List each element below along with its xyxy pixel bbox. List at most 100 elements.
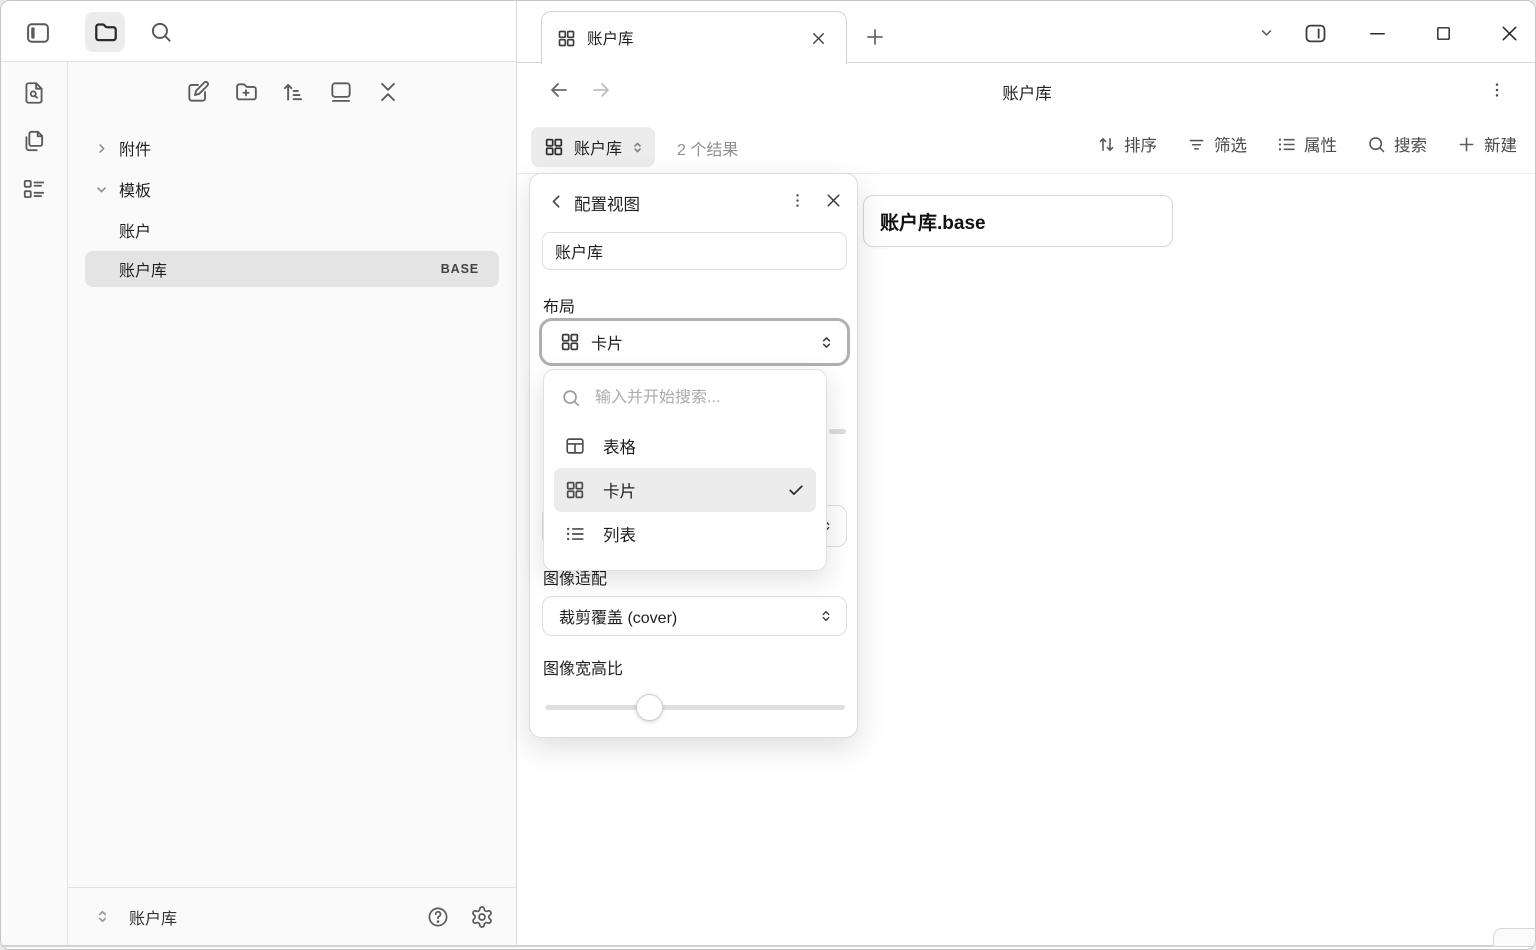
gallery-view-button[interactable] [323, 74, 359, 110]
tab-title: 账户库 [587, 27, 804, 49]
plus-icon [1456, 134, 1477, 155]
option-label: 卡片 [603, 478, 786, 502]
view-options-button[interactable] [1481, 75, 1513, 105]
search-icon [148, 19, 174, 45]
sort-button[interactable]: 排序 [1096, 132, 1157, 156]
chevrons-up-down-icon [818, 334, 835, 351]
view-controls-bar: 账户库 2 个结果 排序 筛选 [517, 114, 1536, 174]
help-button[interactable] [420, 899, 456, 935]
tab-account-base[interactable]: 账户库 [541, 11, 847, 64]
layout-option-table[interactable]: 表格 [554, 424, 816, 468]
page-title: 账户库 [517, 80, 1536, 104]
chevrons-up-down-icon [93, 907, 112, 926]
close-icon [1498, 22, 1521, 45]
image-fit-select[interactable]: 裁剪覆盖 (cover) [542, 596, 847, 636]
hidden-slider-under-dropdown[interactable] [829, 429, 846, 434]
search-results-button[interactable]: 搜索 [1366, 132, 1427, 156]
layout-select-value: 卡片 [591, 330, 818, 354]
chevron-right-icon [93, 140, 110, 157]
square-pen-icon [185, 79, 211, 105]
filter-label: 筛选 [1214, 132, 1247, 156]
panel-left-icon [24, 19, 52, 47]
gallery-icon [328, 79, 354, 105]
layout-select[interactable]: 卡片 [539, 318, 850, 366]
collapse-all-button[interactable] [370, 74, 406, 110]
chevrons-up-down-icon [818, 608, 834, 624]
popup-menu-button[interactable] [782, 185, 812, 215]
result-card-account-base[interactable]: 账户库.base [863, 195, 1173, 247]
kebab-icon [788, 191, 807, 210]
tab-list-dropdown-button[interactable] [1249, 15, 1283, 49]
base-file-badge: BASE [441, 262, 479, 276]
sort-order-button[interactable] [275, 74, 311, 110]
settings-button[interactable] [464, 899, 500, 935]
close-icon [809, 29, 828, 48]
view-name-input[interactable] [542, 232, 847, 270]
layout-dropdown: 表格 卡片 列表 [543, 369, 827, 571]
maximize-button[interactable] [1423, 14, 1463, 52]
card-title: 账户库.base [880, 208, 986, 235]
search-icon [560, 387, 582, 409]
view-selector-label: 账户库 [574, 135, 622, 159]
properties-button[interactable]: 属性 [1276, 132, 1337, 156]
results-count: 2 个结果 [677, 136, 738, 160]
list-icon [564, 523, 586, 545]
tree-item-label: 账户库 [119, 257, 441, 281]
aspect-ratio-label: 图像宽高比 [543, 655, 623, 679]
new-tab-button[interactable] [856, 18, 894, 56]
view-selector[interactable]: 账户库 [531, 127, 655, 167]
popup-close-button[interactable] [818, 185, 848, 215]
tree-file-account[interactable]: 账户 [85, 212, 499, 248]
popup-back-button[interactable] [542, 187, 570, 215]
list-details-icon [21, 176, 47, 202]
image-fit-value: 裁剪覆盖 (cover) [559, 604, 818, 628]
ribbon-file-search-button[interactable] [16, 75, 52, 111]
tree-folder-attachments[interactable]: 附件 [85, 130, 499, 166]
view-actions: 排序 筛选 属性 搜索 [1096, 122, 1517, 166]
cards-grid-icon [543, 136, 565, 158]
chevron-down-icon [93, 181, 110, 198]
tab-bar: 账户库 [517, 1, 1536, 63]
toggle-right-sidebar-button[interactable] [1296, 14, 1334, 52]
layout-option-list[interactable]: 列表 [554, 512, 816, 556]
toggle-left-sidebar-button[interactable] [20, 15, 56, 51]
tree-item-label: 账户 [119, 218, 151, 242]
minimize-button[interactable] [1357, 14, 1397, 52]
plus-icon [863, 25, 887, 49]
chevron-left-icon [546, 191, 567, 212]
tab-close-button[interactable] [804, 24, 832, 52]
panel-right-icon [1302, 20, 1329, 47]
cards-grid-icon [564, 479, 586, 501]
aspect-ratio-slider-handle[interactable] [636, 694, 663, 721]
tree-item-label: 附件 [119, 136, 151, 160]
files-tab-button[interactable] [85, 12, 125, 52]
search-tab-button[interactable] [141, 12, 181, 52]
maximize-icon [1433, 23, 1454, 44]
ribbon-list-details-button[interactable] [16, 171, 52, 207]
new-folder-button[interactable] [228, 74, 264, 110]
ribbon-files-button[interactable] [16, 123, 52, 159]
status-bar [1493, 928, 1536, 946]
layout-option-card-selected[interactable]: 卡片 [554, 468, 816, 512]
new-label: 新建 [1484, 132, 1517, 156]
sort-label: 排序 [1124, 132, 1157, 156]
ribbon-divider [67, 62, 68, 945]
cards-grid-icon [556, 28, 577, 49]
gear-icon [470, 905, 494, 929]
new-item-button[interactable]: 新建 [1456, 132, 1517, 156]
window-close-button[interactable] [1489, 14, 1529, 52]
folder-icon [92, 19, 119, 46]
option-label: 表格 [603, 434, 806, 458]
filter-icon [1186, 134, 1207, 155]
dropdown-search-input[interactable] [595, 389, 795, 407]
aspect-ratio-slider[interactable] [545, 705, 845, 710]
filter-button[interactable]: 筛选 [1186, 132, 1247, 156]
check-icon [786, 480, 806, 500]
tree-file-account-base-selected[interactable]: 账户库 BASE [85, 251, 499, 287]
search-icon [1366, 134, 1387, 155]
dropdown-search-row [544, 378, 826, 418]
close-icon [823, 190, 844, 211]
tree-folder-templates[interactable]: 模板 [85, 171, 499, 207]
new-note-button[interactable] [180, 74, 216, 110]
vault-switcher[interactable]: 账户库 [67, 905, 177, 929]
